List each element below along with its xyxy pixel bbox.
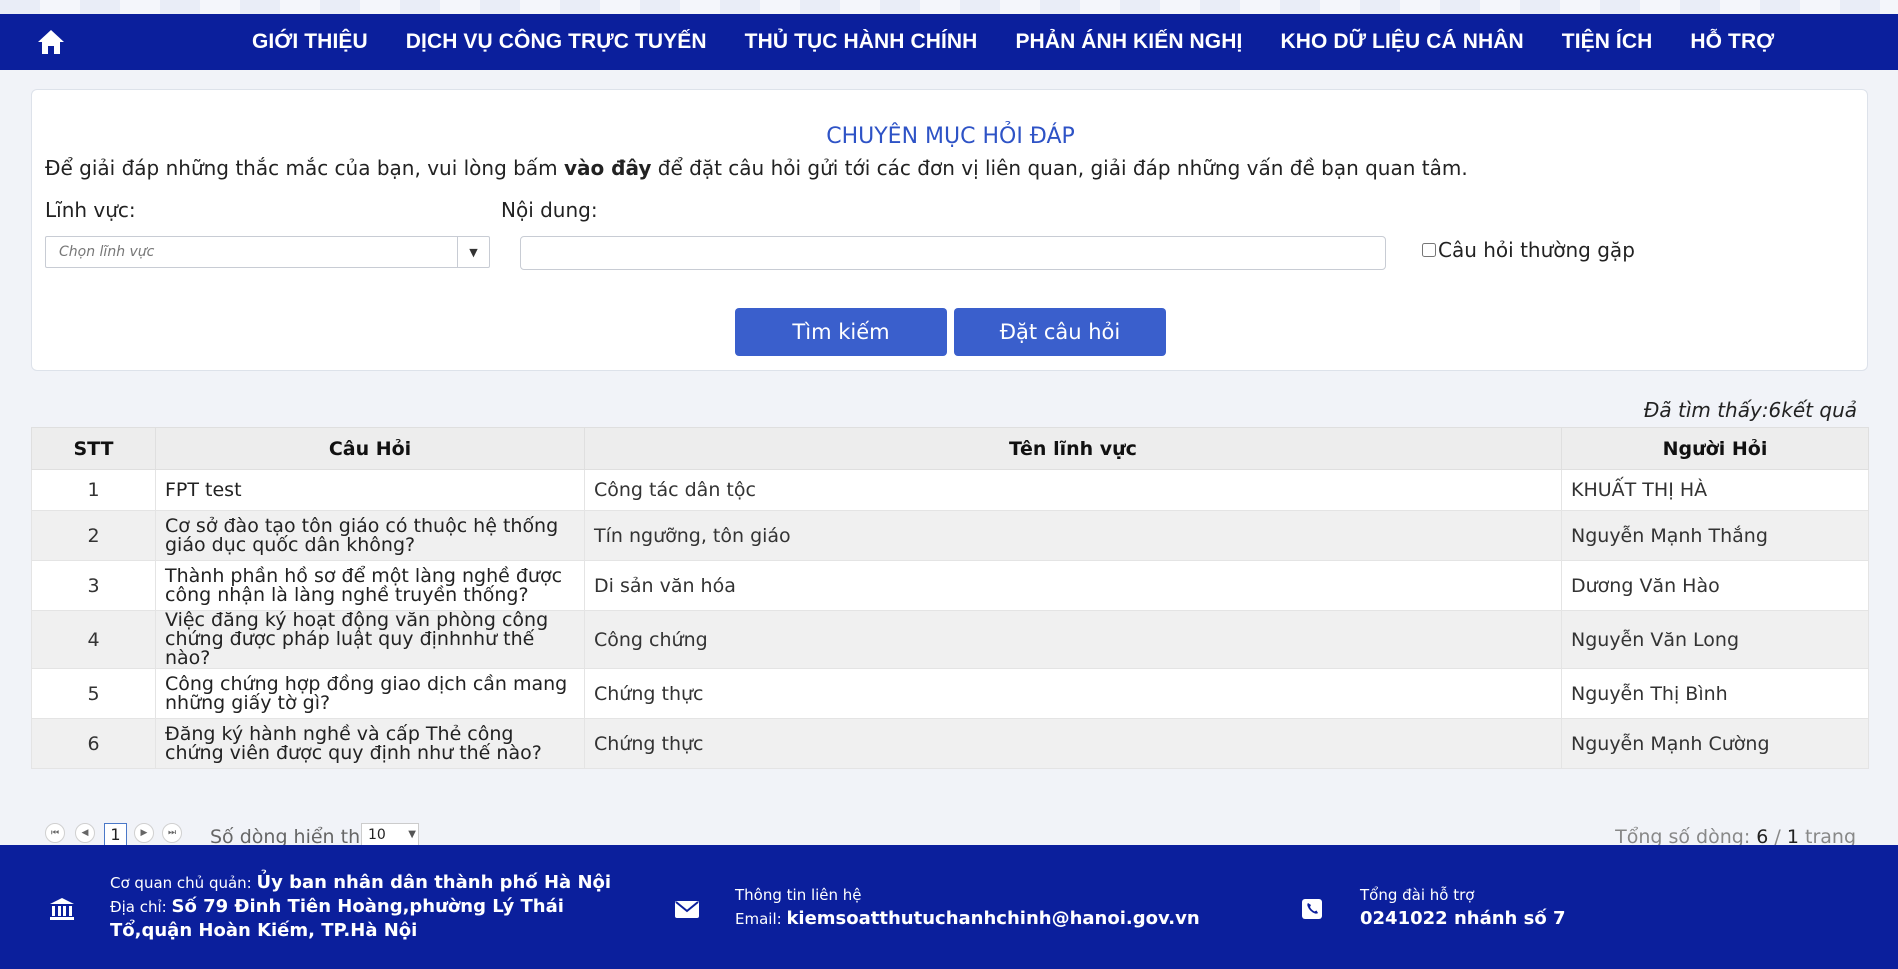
row-field: Chứng thực <box>584 668 1562 719</box>
first-page-icon[interactable]: ⏮ <box>45 823 65 843</box>
rows-per-page-select[interactable]: 10 ▼ <box>361 823 419 847</box>
email-link[interactable]: kiemsoatthutuchanhchinh@hanoi.gov.vn <box>786 908 1199 929</box>
pagination-bar: ⏮ ◀ 1 ▶ ⏭ Số dòng hiển thị 10 ▼ Tổng số d… <box>31 816 1868 848</box>
nav-item-dich-vu-cong[interactable]: DỊCH VỤ CÔNG TRỰC TUYẾN <box>406 30 707 54</box>
field-select[interactable]: Chọn lĩnh vực ▼ <box>45 236 490 268</box>
column-header-question[interactable]: Câu Hỏi <box>155 427 585 470</box>
search-panel: CHUYÊN MỤC HỎI ĐÁP Để giải đáp những thắ… <box>31 89 1868 371</box>
intro-text-end: để đặt câu hỏi gửi tới các đơn vị liên q… <box>651 156 1468 180</box>
search-button[interactable]: Tìm kiếm <box>735 308 947 356</box>
agency-label: Cơ quan chủ quản: <box>110 874 257 892</box>
row-asker: Dương Văn Hào <box>1561 560 1869 611</box>
page-title: CHUYÊN MỤC HỎI ĐÁP <box>826 124 1075 149</box>
prev-page-icon[interactable]: ◀ <box>75 823 95 843</box>
nav-item-gioi-thieu[interactable]: GIỚI THIỆU <box>252 30 368 54</box>
nav-item-ho-tro[interactable]: HỖ TRỢ <box>1690 30 1774 54</box>
field-label: Lĩnh vực: <box>45 198 136 222</box>
row-question[interactable]: Cơ sở đào tạo tôn giáo có thuộc hệ thống… <box>155 510 585 561</box>
contact-info: Thông tin liên hệ Email: kiemsoatthutuch… <box>735 883 1200 931</box>
footer: Cơ quan chủ quản: Ủy ban nhân dân thành … <box>0 845 1898 969</box>
faq-checkbox[interactable] <box>1422 243 1436 257</box>
email-label: Email: <box>735 910 787 928</box>
nav-menu: GIỚI THIỆU DỊCH VỤ CÔNG TRỰC TUYẾN THỦ T… <box>252 14 1812 70</box>
contact-title: Thông tin liên hệ <box>735 886 862 904</box>
ask-here-link[interactable]: vào đây <box>564 156 651 180</box>
rows-per-page-value: 10 <box>368 827 386 843</box>
results-table: STT Câu Hỏi Tên lĩnh vực Người Hỏi 1 FPT … <box>31 427 1869 769</box>
table-row[interactable]: 5 Công chứng hợp đồng giao dịch cần mang … <box>31 668 1869 719</box>
row-stt: 5 <box>31 668 156 719</box>
address-value: Số 79 Đinh Tiên Hoàng,phường Lý Thái Tổ,… <box>110 896 564 941</box>
table-header-row: STT Câu Hỏi Tên lĩnh vực Người Hỏi <box>31 427 1869 470</box>
faq-checkbox-label: Câu hỏi thường gặp <box>1438 238 1635 262</box>
last-page-icon[interactable]: ⏭ <box>162 823 182 843</box>
intro-text-start: Để giải đáp những thắc mắc của bạn, vui … <box>45 156 564 180</box>
row-asker: KHUẤT THỊ HÀ <box>1561 469 1869 511</box>
row-field: Chứng thực <box>584 718 1562 769</box>
hotline-title: Tổng đài hỗ trợ <box>1360 886 1475 904</box>
row-asker: Nguyễn Mạnh Thắng <box>1561 510 1869 561</box>
faq-checkbox-wrap[interactable]: Câu hỏi thường gặp <box>1422 238 1635 262</box>
nav-item-tien-ich[interactable]: TIỆN ÍCH <box>1562 30 1653 54</box>
row-stt: 3 <box>31 560 156 611</box>
current-page-input[interactable]: 1 <box>104 823 127 847</box>
nav-item-thu-tuc[interactable]: THỦ TỤC HÀNH CHÍNH <box>745 30 978 54</box>
row-question[interactable]: Thành phần hồ sơ để một làng nghề được c… <box>155 560 585 611</box>
column-header-asker[interactable]: Người Hỏi <box>1561 427 1869 470</box>
intro-text: Để giải đáp những thắc mắc của bạn, vui … <box>45 156 1468 180</box>
row-question[interactable]: Việc đăng ký hoạt động văn phòng công ch… <box>155 610 585 669</box>
caret-down-icon: ▼ <box>408 829 416 840</box>
results-table-wrap: STT Câu Hỏi Tên lĩnh vực Người Hỏi 1 FPT … <box>31 427 1869 769</box>
hotline-value: 0241022 nhánh số 7 <box>1360 908 1566 929</box>
row-stt: 2 <box>31 510 156 561</box>
row-field: Công chứng <box>584 610 1562 669</box>
content-search-input[interactable] <box>520 236 1386 270</box>
agency-value: Ủy ban nhân dân thành phố Hà Nội <box>256 872 612 893</box>
table-row[interactable]: 6 Đăng ký hành nghề và cấp Thẻ công chứng… <box>31 718 1869 769</box>
column-header-field[interactable]: Tên lĩnh vực <box>584 427 1562 470</box>
nav-item-phan-anh[interactable]: PHẢN ÁNH KIẾN NGHỊ <box>1015 30 1242 54</box>
row-question[interactable]: Công chứng hợp đồng giao dịch cần mang n… <box>155 668 585 719</box>
row-asker: Nguyễn Mạnh Cường <box>1561 718 1869 769</box>
main-navbar: GIỚI THIỆU DỊCH VỤ CÔNG TRỰC TUYẾN THỦ T… <box>0 14 1898 70</box>
row-asker: Nguyễn Thị Bình <box>1561 668 1869 719</box>
row-question[interactable]: FPT test <box>155 469 585 511</box>
phone-icon <box>1298 895 1326 923</box>
content-label: Nội dung: <box>501 198 598 222</box>
row-field: Công tác dân tộc <box>584 469 1562 511</box>
table-row[interactable]: 4 Việc đăng ký hoạt động văn phòng công c… <box>31 610 1869 669</box>
result-count: Đã tìm thấy:6kết quả <box>1643 398 1857 422</box>
top-decor-strip <box>0 0 1898 14</box>
address-label: Địa chỉ: <box>110 898 172 916</box>
table-row[interactable]: 3 Thành phần hồ sơ để một làng nghề được … <box>31 560 1869 611</box>
table-row[interactable]: 2 Cơ sở đào tạo tôn giáo có thuộc hệ thốn… <box>31 510 1869 561</box>
table-row[interactable]: 1 FPT test Công tác dân tộc KHUẤT THỊ HÀ <box>31 469 1869 511</box>
row-stt: 1 <box>31 469 156 511</box>
results-table-body: 1 FPT test Công tác dân tộc KHUẤT THỊ HÀ 2 Cơ… <box>31 469 1869 769</box>
column-header-stt[interactable]: STT <box>31 427 156 470</box>
agency-info: Cơ quan chủ quản: Ủy ban nhân dân thành … <box>110 871 630 943</box>
home-icon[interactable] <box>36 28 66 56</box>
next-page-icon[interactable]: ▶ <box>134 823 154 843</box>
caret-down-icon[interactable]: ▼ <box>457 237 489 267</box>
bank-building-icon <box>48 895 76 923</box>
row-question[interactable]: Đăng ký hành nghề và cấp Thẻ công chứng … <box>155 718 585 769</box>
nav-item-kho-du-lieu[interactable]: KHO DỮ LIỆU CÁ NHÂN <box>1280 30 1523 54</box>
row-asker: Nguyễn Văn Long <box>1561 610 1869 669</box>
ask-question-button[interactable]: Đặt câu hỏi <box>954 308 1166 356</box>
row-field: Tín ngưỡng, tôn giáo <box>584 510 1562 561</box>
envelope-icon <box>673 895 701 923</box>
field-select-placeholder: Chọn lĩnh vực <box>59 244 155 260</box>
row-stt: 6 <box>31 718 156 769</box>
row-field: Di sản văn hóa <box>584 560 1562 611</box>
row-stt: 4 <box>31 610 156 669</box>
hotline-info: Tổng đài hỗ trợ 0241022 nhánh số 7 <box>1360 883 1565 931</box>
